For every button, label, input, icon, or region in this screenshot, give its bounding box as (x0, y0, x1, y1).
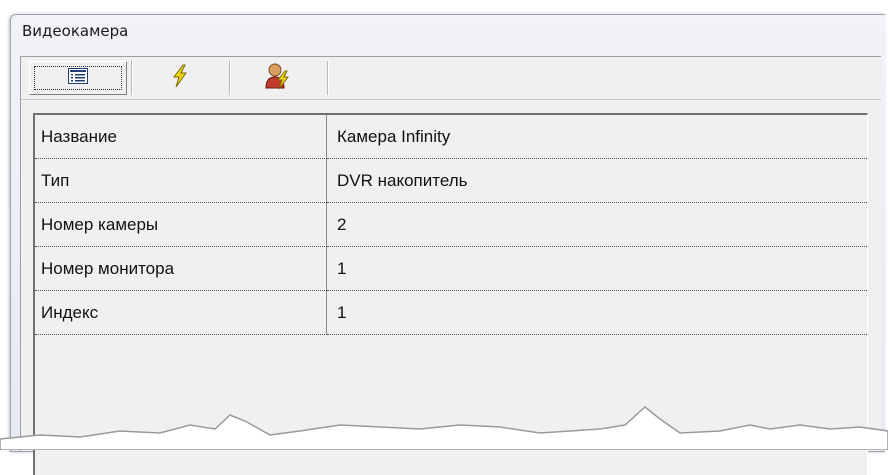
property-name: Номер камеры (35, 203, 327, 247)
properties-tab-button[interactable] (29, 61, 127, 95)
window-title: Видеокамера (22, 22, 129, 40)
property-value[interactable]: 1 (327, 291, 867, 335)
toolbar-separator (327, 61, 328, 95)
property-row[interactable]: Тип DVR накопитель (35, 159, 867, 203)
property-name: Индекс (35, 291, 327, 335)
properties-panel: Название Камера Infinity Тип DVR накопит… (20, 56, 881, 475)
torn-edge (0, 406, 888, 450)
user-events-tab-button[interactable] (229, 61, 327, 95)
property-value[interactable]: Камера Infinity (327, 115, 867, 159)
lightning-icon (169, 64, 191, 93)
property-name: Тип (35, 159, 327, 203)
properties-list-icon (68, 67, 88, 89)
property-value[interactable]: 2 (327, 203, 867, 247)
property-value[interactable]: DVR накопитель (327, 159, 867, 203)
property-row[interactable]: Номер камеры 2 (35, 203, 867, 247)
property-row[interactable]: Номер монитора 1 (35, 247, 867, 291)
user-lightning-icon (264, 62, 292, 95)
property-name: Название (35, 115, 327, 159)
property-row[interactable]: Индекс 1 (35, 291, 867, 335)
events-tab-button[interactable] (131, 61, 229, 95)
property-name: Номер монитора (35, 247, 327, 291)
toolbar (21, 57, 881, 100)
property-row[interactable]: Название Камера Infinity (35, 115, 867, 159)
property-value[interactable]: 1 (327, 247, 867, 291)
